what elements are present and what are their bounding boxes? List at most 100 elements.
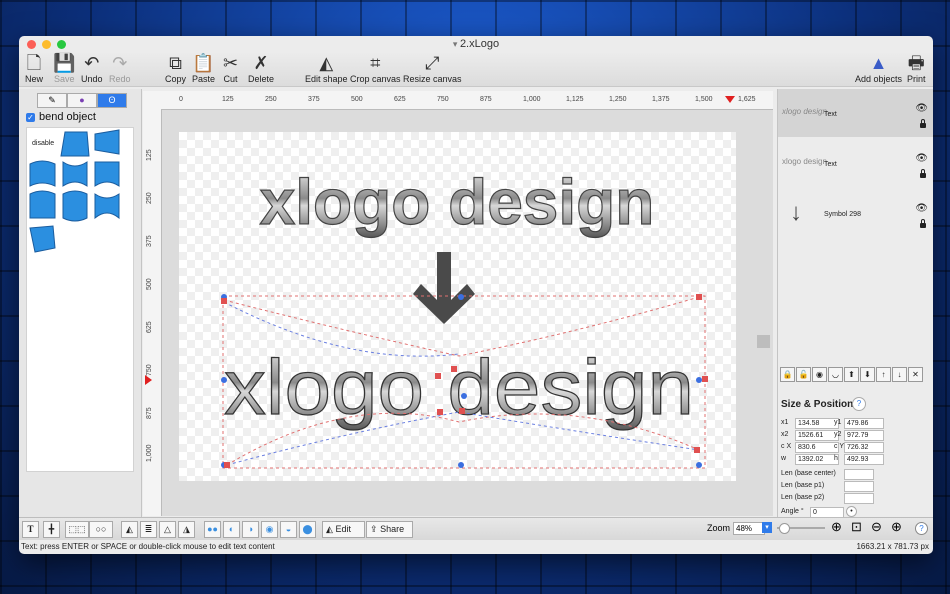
bend-handle[interactable] bbox=[221, 377, 227, 383]
zoom-slider-knob[interactable] bbox=[779, 523, 790, 534]
bend-handle[interactable] bbox=[224, 462, 230, 468]
bend-shape-arch[interactable] bbox=[29, 190, 56, 219]
hide-button[interactable]: ◡ bbox=[828, 367, 843, 382]
align-button[interactable]: ≣ bbox=[140, 521, 157, 538]
move-top-button[interactable]: ↑ bbox=[876, 367, 891, 382]
share-button[interactable]: ⇪ Share bbox=[366, 521, 413, 538]
eye-icon[interactable]: 👁 bbox=[915, 203, 928, 214]
angle-dial-icon[interactable]: • bbox=[846, 506, 857, 517]
lock-icon[interactable] bbox=[920, 119, 926, 128]
bend-handle[interactable] bbox=[458, 294, 464, 300]
cx-field[interactable]: 830.6 bbox=[795, 442, 839, 453]
bend-handle[interactable] bbox=[458, 462, 464, 468]
bend-handle[interactable] bbox=[451, 366, 457, 372]
delete-layer-button[interactable]: ✕ bbox=[908, 367, 923, 382]
cy-field[interactable]: 726.32 bbox=[844, 442, 884, 453]
len-p2-field[interactable] bbox=[844, 493, 874, 504]
bend-handle[interactable] bbox=[221, 298, 227, 304]
lock-icon[interactable] bbox=[920, 219, 926, 228]
bend-shape-pinch[interactable] bbox=[94, 193, 120, 220]
len-p1-field[interactable] bbox=[844, 481, 874, 492]
redo-button[interactable]: ↷ Redo bbox=[109, 52, 131, 84]
combine-button[interactable]: ⬤ bbox=[299, 521, 316, 538]
bend-shape-trapezoid[interactable] bbox=[60, 131, 90, 157]
move-bottom-button[interactable]: ↓ bbox=[892, 367, 907, 382]
move-down-button[interactable]: ⬇ bbox=[860, 367, 875, 382]
close-window-button[interactable] bbox=[27, 40, 36, 49]
eye-icon[interactable]: 👁 bbox=[915, 103, 928, 114]
ungroup-button[interactable]: ○○ bbox=[89, 521, 113, 538]
bend-handle[interactable] bbox=[696, 294, 702, 300]
flip-horizontal-button[interactable]: ◭ bbox=[121, 521, 138, 538]
intersect-button[interactable]: ◐ bbox=[223, 521, 240, 538]
bend-shape-wave[interactable] bbox=[62, 161, 88, 187]
tab-bend[interactable]: ʘ bbox=[97, 93, 127, 108]
cut-button[interactable]: ✂ Cut bbox=[223, 52, 238, 84]
bend-handle[interactable] bbox=[437, 409, 443, 415]
rotate-button[interactable]: ◮ bbox=[178, 521, 195, 538]
bend-shape-skew[interactable] bbox=[94, 129, 120, 155]
bend-handle[interactable] bbox=[694, 447, 700, 453]
edit-shape-button[interactable]: ◭ Edit shape bbox=[305, 52, 348, 84]
layer-item[interactable]: ↓ Symbol 298 👁 bbox=[778, 189, 933, 237]
y2-field[interactable]: 972.79 bbox=[844, 430, 884, 441]
canvas-paper[interactable]: xlogo design xlogo design bbox=[179, 132, 736, 481]
lock-all-button[interactable]: 🔒 bbox=[780, 367, 795, 382]
bend-shape-flag[interactable] bbox=[94, 161, 120, 187]
vertical-scroll-handle[interactable] bbox=[757, 335, 770, 348]
bend-shape-bulge[interactable] bbox=[62, 190, 88, 222]
zoom-in-icon[interactable]: ⊕ bbox=[831, 519, 842, 535]
w-field[interactable]: 1392.02 bbox=[795, 454, 839, 465]
eye-icon[interactable]: 👁 bbox=[915, 153, 928, 164]
minimize-window-button[interactable] bbox=[42, 40, 51, 49]
help-button[interactable]: ? bbox=[915, 522, 928, 535]
exclude-button[interactable]: ◉ bbox=[261, 521, 278, 538]
lock-icon[interactable] bbox=[920, 169, 926, 178]
x2-field[interactable]: 1526.61 bbox=[795, 430, 839, 441]
split-button[interactable]: ◒ bbox=[280, 521, 297, 538]
tab-color[interactable]: ● bbox=[67, 93, 97, 108]
tab-pencil[interactable]: ✎ bbox=[37, 93, 67, 108]
zoom-out-icon[interactable]: ⊖ bbox=[871, 519, 882, 535]
bend-object-checkbox[interactable]: ✓ bend object bbox=[26, 111, 96, 123]
resize-canvas-button[interactable]: ⤢ Resize canvas bbox=[403, 52, 462, 84]
undo-button[interactable]: ↶ Undo bbox=[81, 52, 103, 84]
flip-vertical-button[interactable]: △ bbox=[159, 521, 176, 538]
layer-item[interactable]: xlogo design Text 👁 bbox=[778, 139, 933, 187]
zoom-select[interactable]: 48% bbox=[733, 522, 765, 535]
y1-field[interactable]: 479.86 bbox=[844, 418, 884, 429]
move-up-button[interactable]: ⬆ bbox=[844, 367, 859, 382]
x1-field[interactable]: 134.58 bbox=[795, 418, 839, 429]
h-field[interactable]: 492.93 bbox=[844, 454, 884, 465]
bend-handle[interactable] bbox=[696, 377, 702, 383]
len-center-field[interactable] bbox=[844, 469, 874, 480]
edit-button[interactable]: ◭ Edit bbox=[322, 521, 365, 538]
size-position-help-button[interactable]: ? bbox=[852, 397, 866, 411]
paste-button[interactable]: 📋 Paste bbox=[192, 52, 215, 84]
text-tool-button[interactable]: T bbox=[22, 521, 39, 538]
bend-handle[interactable] bbox=[459, 408, 465, 414]
save-button[interactable]: 💾 Save bbox=[53, 52, 75, 84]
bend-handle[interactable] bbox=[696, 462, 702, 468]
zoom-dropdown-icon[interactable]: ▾ bbox=[762, 522, 772, 533]
group-button[interactable]: ⬚⬚ bbox=[65, 521, 89, 538]
delete-button[interactable]: ✗ Delete bbox=[248, 52, 274, 84]
arrow-symbol-object[interactable] bbox=[413, 252, 475, 324]
crop-canvas-button[interactable]: ⌗ Crop canvas bbox=[350, 52, 401, 84]
bend-handle[interactable] bbox=[702, 376, 708, 382]
zoom-fit-icon[interactable]: ⊡ bbox=[851, 519, 862, 535]
union-button[interactable]: ●● bbox=[204, 521, 221, 538]
zoom-window-button[interactable] bbox=[57, 40, 66, 49]
show-button[interactable]: ◉ bbox=[812, 367, 827, 382]
bend-handle[interactable] bbox=[461, 393, 467, 399]
top-text-object[interactable]: xlogo design bbox=[259, 165, 655, 238]
zoom-slider[interactable] bbox=[777, 523, 825, 534]
subtract-button[interactable]: ◑ bbox=[242, 521, 259, 538]
print-button[interactable]: 🖶 Print bbox=[907, 52, 926, 84]
unlock-button[interactable]: 🔓 bbox=[796, 367, 811, 382]
new-button[interactable]: 🗋 New bbox=[25, 52, 43, 84]
copy-button[interactable]: ⧉ Copy bbox=[165, 52, 186, 84]
crosshair-tool-button[interactable]: ╋ bbox=[43, 521, 60, 538]
bend-shape-arc-down[interactable] bbox=[29, 160, 56, 187]
zoom-actual-icon[interactable]: ⊕ bbox=[891, 519, 902, 535]
